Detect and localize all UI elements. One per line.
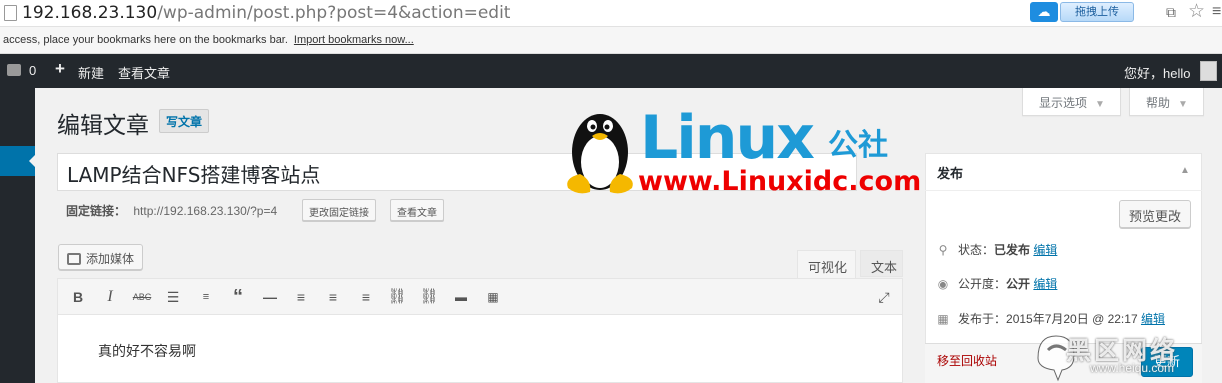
account-greeting[interactable]: 您好，hello <box>1124 63 1190 82</box>
help-label: 帮助 <box>1146 96 1171 110</box>
collapse-triangle-icon[interactable]: ▲ <box>1180 165 1190 176</box>
numbered-list-icon[interactable]: ≡ <box>196 287 216 307</box>
url-text[interactable]: 192.168.23.130/wp-admin/post.php?post=4&… <box>22 3 510 23</box>
watermark-brand-cn: 公社 <box>828 129 888 162</box>
status-row: ⚲ 状态：已发布 编辑 <box>936 241 1058 258</box>
avatar[interactable] <box>1200 61 1217 81</box>
tab-text[interactable]: 文本 <box>860 250 903 277</box>
editor-toolbar: B I ABC ☰ ≡ “ — ≡ ≡ ≡ ⛓ ⛓ ▬ ▦ ⤢ <box>57 278 903 315</box>
add-media-label: 添加媒体 <box>86 252 135 266</box>
edit-date-link[interactable]: 编辑 <box>1141 312 1165 326</box>
active-indicator <box>29 154 36 168</box>
page-title: 编辑文章 <box>57 113 149 139</box>
visibility-value: 公开 <box>1006 277 1031 291</box>
screen-options-label: 显示选项 <box>1039 96 1088 110</box>
horizontal-line-icon[interactable]: — <box>260 287 280 307</box>
screen-options-button[interactable]: 显示选项 ▼ <box>1022 88 1121 116</box>
tab-visual[interactable]: 可视化 <box>797 250 856 278</box>
bullet-list-icon[interactable]: ☰ <box>163 287 183 307</box>
url-path: /wp-admin/post.php?post=4&action=edit <box>157 3 511 23</box>
align-right-icon[interactable]: ≡ <box>356 287 376 307</box>
watermark-brand: Linux <box>640 103 815 173</box>
strikethrough-icon[interactable]: ABC <box>132 287 152 307</box>
status-value: 已发布 <box>994 243 1031 257</box>
chevron-down-icon: ▼ <box>1095 99 1105 110</box>
permalink-label: 固定链接： <box>66 204 127 218</box>
permalink-row: 固定链接： http://192.168.23.130/?p=4 <box>66 202 277 219</box>
edit-status-link[interactable]: 编辑 <box>1033 243 1057 257</box>
penguin-logo <box>567 114 633 194</box>
help-button[interactable]: 帮助 ▼ <box>1129 88 1204 116</box>
publish-box-title[interactable]: 发布 <box>925 153 1202 191</box>
permalink-url[interactable]: http://192.168.23.130/?p=4 <box>133 204 277 218</box>
page-action-icon[interactable]: ⧉ <box>1166 4 1176 21</box>
blockquote-icon[interactable]: “ <box>228 287 248 307</box>
browser-menu-icon[interactable]: ≡ <box>1212 3 1221 21</box>
editor-text[interactable]: 真的好不容易啊 <box>98 341 196 361</box>
page-icon <box>4 5 17 21</box>
read-more-icon[interactable]: ▬ <box>451 287 471 307</box>
watermark2-url: www.heiqu.com <box>1090 361 1175 375</box>
comment-icon[interactable] <box>7 64 21 76</box>
drag-upload-button[interactable]: 拖拽上传 <box>1060 2 1134 22</box>
calendar-icon: ▦ <box>937 312 949 326</box>
align-left-icon[interactable]: ≡ <box>291 287 311 307</box>
bookmarks-bar: access, place your bookmarks here on the… <box>0 27 1222 54</box>
view-post-button[interactable]: 查看文章 <box>390 199 444 221</box>
bookmark-star-icon[interactable]: ☆ <box>1188 2 1205 22</box>
view-post-menu[interactable]: 查看文章 <box>118 63 170 82</box>
preview-changes-button[interactable]: 预览更改 <box>1119 200 1192 228</box>
bookmarks-hint: access, place your bookmarks here on the… <box>3 34 288 46</box>
insert-link-icon[interactable]: ⛓ <box>387 287 407 307</box>
unlink-icon[interactable]: ⛓ <box>419 287 439 307</box>
italic-icon[interactable]: I <box>100 287 120 307</box>
import-bookmarks-link[interactable]: Import bookmarks now... <box>294 34 414 46</box>
change-permalink-button[interactable]: 更改固定链接 <box>302 199 376 221</box>
fullscreen-icon[interactable]: ⤢ <box>874 287 894 307</box>
published-label: 发布于： <box>958 312 1007 326</box>
visibility-row: ◉ 公开度：公开 编辑 <box>936 275 1058 292</box>
plus-icon[interactable]: + <box>55 59 65 79</box>
new-menu[interactable]: 新建 <box>78 63 104 82</box>
status-label: 状态： <box>958 243 995 257</box>
pin-icon: ⚲ <box>938 243 948 257</box>
admin-sidebar <box>0 88 36 383</box>
admin-bar: 0 + 新建 查看文章 您好，hello <box>0 54 1222 88</box>
add-media-button[interactable]: 添加媒体 <box>58 244 144 270</box>
visibility-label: 公开度： <box>958 277 1007 291</box>
published-date-row: ▦ 发布于：2015年7月20日 @ 22:17 编辑 <box>936 310 1165 327</box>
add-new-post-button[interactable]: 写文章 <box>159 109 210 133</box>
comments-count[interactable]: 0 <box>29 63 36 78</box>
eye-icon: ◉ <box>937 277 949 291</box>
align-center-icon[interactable]: ≡ <box>323 287 343 307</box>
bold-icon[interactable]: B <box>68 287 88 307</box>
chevron-down-icon: ▼ <box>1178 99 1188 110</box>
sidebar-item-posts[interactable] <box>0 146 36 176</box>
edit-visibility-link[interactable]: 编辑 <box>1033 277 1057 291</box>
toolbar-toggle-icon[interactable]: ▦ <box>483 287 503 307</box>
move-to-trash-link[interactable]: 移至回收站 <box>937 352 997 369</box>
watermark-url: www.Linuxidc.com <box>638 166 922 197</box>
cloud-extension-icon[interactable]: ☁ <box>1030 2 1058 22</box>
url-host: 192.168.23.130 <box>22 3 158 23</box>
published-value: 2015年7月20日 @ 22:17 <box>1006 312 1138 326</box>
media-icon <box>67 253 81 265</box>
